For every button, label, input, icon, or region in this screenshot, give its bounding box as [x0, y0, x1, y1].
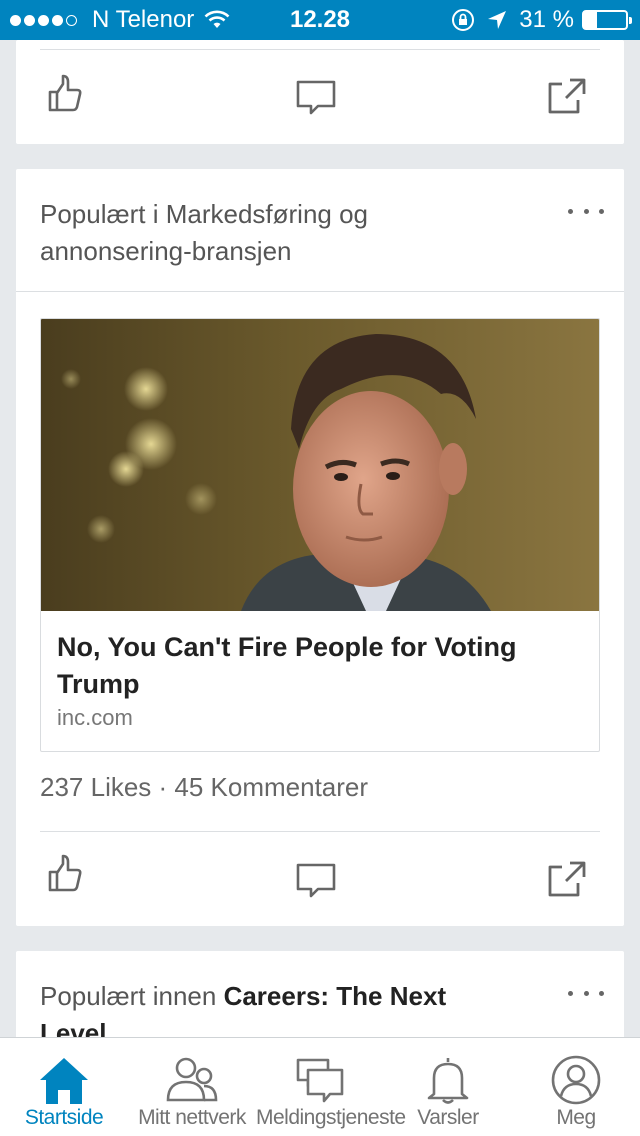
- messaging-icon: [292, 1054, 348, 1106]
- tab-label: Meg: [556, 1106, 596, 1129]
- card-header-prefix: Populært innen: [40, 981, 224, 1011]
- article-title[interactable]: No, You Can't Fire People for Voting Tru…: [57, 629, 577, 703]
- feed-card-previous: [16, 40, 624, 144]
- bottom-tab-bar: Startside Mitt nettverk Meldingstjeneste…: [0, 1037, 640, 1136]
- bell-icon: [420, 1054, 476, 1106]
- more-options-icon[interactable]: [568, 199, 604, 223]
- tab-meldingstjeneste[interactable]: Meldingstjeneste: [256, 1038, 406, 1136]
- share-icon[interactable]: [546, 74, 590, 118]
- more-options-icon[interactable]: [568, 981, 604, 1005]
- like-icon[interactable]: [42, 852, 86, 896]
- tab-mitt-nettverk[interactable]: Mitt nettverk: [128, 1038, 256, 1136]
- home-icon: [36, 1054, 92, 1106]
- rotation-lock-icon: [452, 9, 475, 31]
- tab-label: Startside: [24, 1106, 104, 1129]
- comment-icon[interactable]: [294, 74, 338, 118]
- network-icon: [164, 1054, 220, 1106]
- status-bar: N Telenor 12.28 31 %: [0, 0, 640, 40]
- card-divider: [40, 831, 600, 832]
- card-header: Populært i Markedsføring og annonsering-…: [40, 199, 369, 266]
- location-arrow-icon: [488, 11, 507, 29]
- article-source: inc.com: [57, 705, 133, 730]
- article-preview[interactable]: No, You Can't Fire People for Voting Tru…: [40, 318, 600, 752]
- tab-label: Mitt nettverk: [138, 1106, 246, 1129]
- battery-level: [584, 12, 598, 28]
- like-icon[interactable]: [42, 72, 86, 116]
- article-image: [41, 319, 599, 611]
- comment-icon[interactable]: [294, 857, 338, 901]
- tab-startside[interactable]: Startside: [0, 1038, 128, 1136]
- feed-card-popular: Populært i Markedsføring og annonsering-…: [16, 169, 624, 926]
- share-icon[interactable]: [546, 857, 590, 901]
- profile-icon: [548, 1054, 604, 1106]
- social-counts[interactable]: 237 Likes · 45 Kommentarer: [40, 772, 368, 803]
- card-divider: [16, 291, 624, 292]
- tab-varsler[interactable]: Varsler: [384, 1038, 512, 1136]
- battery-percent: 31 %: [519, 6, 574, 33]
- card-divider: [40, 49, 600, 50]
- tab-meg[interactable]: Meg: [512, 1038, 640, 1136]
- tab-label: Varsler: [417, 1106, 479, 1129]
- battery-icon: [582, 10, 632, 30]
- tab-label: Meldingstjeneste: [256, 1106, 406, 1129]
- status-right: 31 %: [451, 6, 632, 34]
